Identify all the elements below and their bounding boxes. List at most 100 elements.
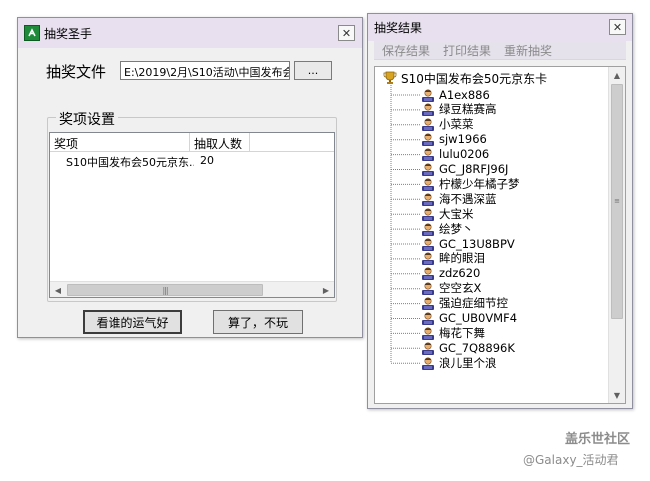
user-icon	[422, 103, 434, 117]
lottery-results-window: 抽奖结果 ✕ 保存结果 打印结果 重新抽奖 S10中国发布会50元京东卡 A1e…	[367, 13, 633, 409]
prize-list-header: 奖项 抽取人数	[50, 133, 334, 152]
user-icon	[422, 163, 434, 176]
user-icon	[422, 237, 434, 251]
tree-item-winner[interactable]: sjw1966	[421, 132, 487, 147]
user-icon	[422, 118, 434, 132]
user-icon	[422, 178, 434, 191]
winner-name: GC_13U8BPV	[439, 236, 515, 251]
grip-icon: |||	[162, 285, 168, 295]
user-icon	[422, 148, 434, 162]
scroll-down-icon[interactable]: ▼	[609, 387, 625, 403]
tree-item-winner[interactable]: GC_7Q8896K	[421, 340, 515, 355]
tree-item-winner[interactable]: lulu0206	[421, 147, 489, 162]
scroll-up-icon[interactable]: ▲	[609, 67, 625, 83]
results-titlebar[interactable]: 抽奖结果 ✕	[368, 14, 632, 41]
winner-name: A1ex886	[439, 87, 490, 102]
tree-item-winner[interactable]: 空空玄X	[421, 281, 481, 296]
user-icon	[422, 208, 434, 221]
user-icon	[422, 133, 434, 147]
winner-name: sjw1966	[439, 132, 487, 147]
close-icon: ✕	[341, 26, 352, 40]
draw-lottery-button[interactable]: 看谁的运气好	[83, 310, 182, 334]
winner-name: lulu0206	[439, 147, 490, 162]
user-icon	[422, 193, 434, 206]
winner-name: 绿豆糕赛高	[439, 102, 497, 117]
column-header-count[interactable]: 抽取人数	[190, 133, 250, 152]
results-close-button[interactable]: ✕	[609, 19, 626, 35]
user-icon	[422, 342, 434, 355]
tree-connector-lines	[390, 85, 420, 364]
results-window-title: 抽奖结果	[374, 21, 423, 35]
winner-name: GC_7Q8896K	[439, 340, 515, 355]
menu-save-results[interactable]: 保存结果	[382, 42, 430, 59]
user-icon	[422, 312, 434, 325]
user-icon	[422, 282, 434, 296]
tree-item-winner[interactable]: 梅花下舞	[421, 325, 485, 340]
tree-item-winner[interactable]: 柠檬少年橘子梦	[421, 176, 520, 191]
winner-name: 梅花下舞	[439, 325, 485, 340]
browse-button[interactable]: ...	[294, 61, 332, 80]
vertical-scroll-thumb[interactable]: ≡	[611, 84, 623, 319]
winner-name: 大宝米	[439, 206, 474, 221]
prize-name-cell: S10中国发布会50元京东...	[66, 156, 194, 169]
close-icon: ✕	[612, 20, 623, 34]
user-icon	[422, 297, 434, 311]
app-icon	[24, 25, 40, 41]
prize-list[interactable]: 奖项 抽取人数 S10中国发布会50元京东... 20 ◀ ||| ▶	[49, 132, 335, 298]
tree-root-item[interactable]: S10中国发布会50元京东卡	[383, 70, 547, 86]
main-titlebar[interactable]: 抽奖圣手 ✕	[18, 18, 362, 48]
horizontal-scrollbar[interactable]: ◀ ||| ▶	[50, 281, 334, 297]
menu-redraw[interactable]: 重新抽奖	[504, 42, 552, 59]
main-close-button[interactable]: ✕	[338, 25, 355, 41]
file-path-input[interactable]: E:\2019\2月\S10活动\中国发布会	[120, 61, 290, 80]
prize-count-cell: 20	[200, 154, 214, 167]
tree-item-winner[interactable]: 绿豆糕赛高	[421, 102, 497, 117]
winner-name: 小菜菜	[439, 117, 474, 132]
lottery-main-window: 抽奖圣手 ✕ 抽奖文件 E:\2019\2月\S10活动\中国发布会 ... 奖…	[17, 17, 363, 338]
horizontal-scroll-thumb[interactable]: |||	[67, 284, 263, 296]
tree-item-winner[interactable]: zdz620	[421, 266, 480, 281]
tree-item-winner[interactable]: 大宝米	[421, 206, 474, 221]
tree-item-winner[interactable]: 眸的眼泪	[421, 251, 485, 266]
user-icon	[422, 327, 434, 340]
tree-item-winner[interactable]: 海不遇深蓝	[421, 191, 497, 206]
trophy-icon	[383, 71, 397, 84]
file-label: 抽奖文件	[46, 63, 107, 81]
tree-item-winner[interactable]: A1ex886	[421, 87, 490, 102]
tree-item-winner[interactable]: 强迫症细节控	[421, 296, 508, 311]
list-item[interactable]: S10中国发布会50元京东... 20	[50, 154, 334, 170]
cancel-button[interactable]: 算了，不玩	[213, 310, 303, 334]
tree-item-winner[interactable]: 浪儿里个浪	[421, 355, 497, 370]
scroll-left-icon[interactable]: ◀	[50, 282, 66, 298]
winner-name: 强迫症细节控	[439, 296, 508, 311]
main-client-area: 抽奖文件 E:\2019\2月\S10活动\中国发布会 ... 奖项设置 奖项 …	[24, 48, 356, 334]
menu-print-results[interactable]: 打印结果	[443, 42, 491, 59]
tree-item-winner[interactable]: GC_J8RFJ96J	[421, 162, 508, 177]
watermark-handle: @Galaxy_活动君	[523, 453, 619, 467]
winner-name: 绘梦丶	[439, 221, 474, 236]
tree-item-winner[interactable]: 小菜菜	[421, 117, 474, 132]
winner-name: GC_UB0VMF4	[439, 311, 518, 325]
winner-name: 浪儿里个浪	[439, 355, 497, 370]
tree-root-label: S10中国发布会50元京东卡	[401, 71, 548, 86]
scroll-right-icon[interactable]: ▶	[318, 282, 334, 298]
winner-name: zdz620	[439, 266, 481, 281]
vertical-scrollbar[interactable]: ▲ ≡ ▼	[608, 67, 625, 403]
watermark-community: 盖乐世社区	[565, 432, 631, 447]
prize-settings-label: 奖项设置	[56, 109, 118, 129]
results-menubar: 保存结果 打印结果 重新抽奖	[374, 41, 626, 60]
column-header-prize[interactable]: 奖项	[50, 133, 190, 152]
user-icon	[422, 252, 434, 266]
grip-icon: ≡	[614, 197, 620, 205]
tree-item-winner[interactable]: 绘梦丶	[421, 221, 474, 236]
tree-item-winner[interactable]: GC_13U8BPV	[421, 236, 515, 251]
tree-item-winner[interactable]: GC_UB0VMF4	[421, 311, 517, 326]
user-icon	[422, 88, 434, 102]
main-window-title: 抽奖圣手	[44, 26, 93, 41]
winner-name: GC_J8RFJ96J	[439, 162, 509, 176]
winner-name: 眸的眼泪	[439, 251, 485, 266]
user-icon	[422, 223, 434, 236]
winners-tree[interactable]: S10中国发布会50元京东卡 A1ex886 绿豆糕赛高 小菜菜 sjw1966 lul…	[374, 66, 626, 404]
user-icon	[422, 357, 434, 370]
user-icon	[422, 267, 434, 281]
